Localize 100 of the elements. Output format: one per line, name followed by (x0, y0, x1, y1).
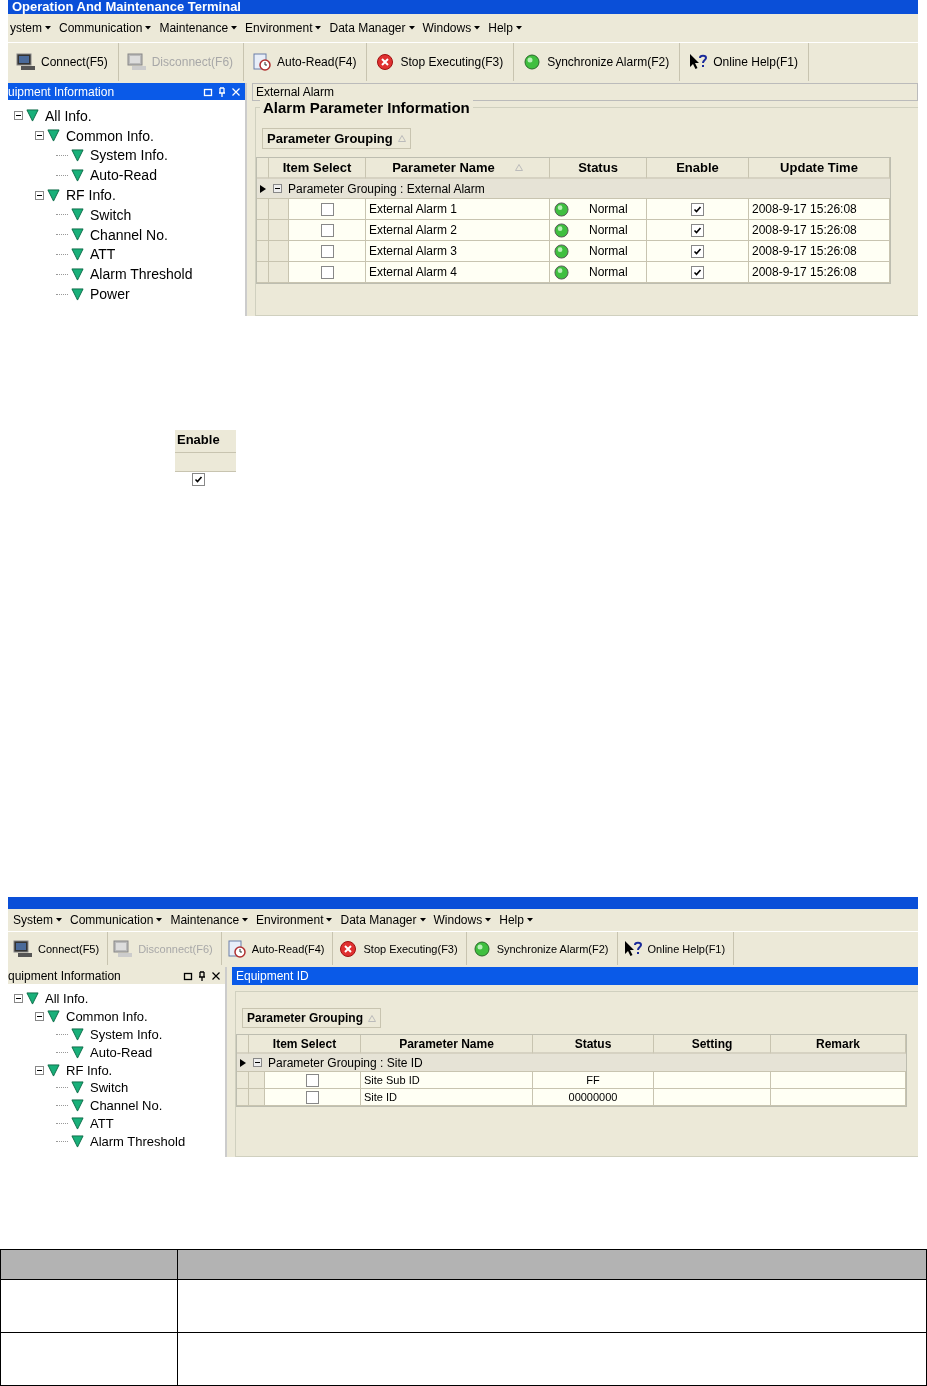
tree-item[interactable]: Alarm Threshold (87, 266, 193, 283)
collapse-toggle-icon[interactable] (35, 131, 44, 141)
tree-item[interactable]: System Info. (87, 1027, 163, 1042)
column-header[interactable]: Update Time (749, 158, 890, 179)
column-header[interactable]: Status (550, 158, 647, 179)
grouping-button[interactable]: Parameter Grouping (262, 128, 411, 149)
funnel-icon (26, 992, 39, 1006)
table-cell: 2008-9-17 15:26:08 (749, 199, 890, 220)
tree-item[interactable]: Channel No. (87, 226, 168, 243)
restore-icon[interactable] (183, 970, 193, 981)
funnel-icon (71, 1045, 84, 1059)
tree-item[interactable]: ATT (87, 246, 116, 263)
checkbox[interactable] (691, 244, 704, 258)
funnel-icon (47, 1010, 60, 1024)
pin-icon[interactable] (197, 970, 207, 981)
row-pointer-icon (240, 1058, 246, 1067)
funnel-icon (47, 188, 60, 202)
tree-item[interactable]: ATT (87, 1115, 114, 1131)
checkbox[interactable] (691, 265, 704, 279)
menu-item[interactable]: Maintenance (157, 21, 244, 35)
status-light-icon (554, 243, 569, 259)
computer-icon (113, 939, 134, 958)
tree-item[interactable]: All Info. (42, 991, 89, 1007)
sort-arrow-icon (514, 164, 523, 171)
tree-item[interactable]: Power (87, 286, 130, 303)
table-cell: 2008-9-17 15:26:08 (749, 262, 890, 283)
caret-icon (56, 918, 62, 922)
row-header-cell[interactable] (237, 1054, 249, 1072)
caret-icon (315, 26, 322, 30)
help-icon (688, 53, 709, 71)
tree-item[interactable]: Auto-Read (87, 167, 157, 184)
tree-item[interactable]: Alarm Threshold (87, 1133, 186, 1149)
row-header-cell[interactable] (257, 179, 269, 199)
tree-item[interactable]: RF Info. (63, 187, 116, 204)
funnel-icon (71, 1134, 84, 1148)
tree-item[interactable]: Common Info. (63, 127, 154, 144)
column-header[interactable]: Parameter Name (361, 1035, 533, 1054)
tree-item[interactable]: System Info. (87, 147, 168, 164)
checkbox[interactable] (691, 202, 704, 216)
tree-item[interactable]: Channel No. (87, 1098, 163, 1114)
checkbox[interactable] (320, 202, 334, 216)
row-header-cell[interactable] (257, 241, 269, 262)
close-icon[interactable] (211, 970, 221, 981)
checkmark-icon (693, 267, 702, 277)
menu-item[interactable]: Help (486, 21, 528, 35)
checkbox[interactable] (320, 265, 334, 279)
menu-item[interactable]: Windows (431, 913, 498, 927)
funnel-icon (71, 1028, 84, 1041)
checkbox[interactable] (320, 223, 334, 237)
computer-icon (126, 53, 147, 71)
collapse-toggle-icon[interactable] (14, 994, 23, 1004)
column-header[interactable]: Status (533, 1035, 654, 1054)
row-header-cell[interactable] (237, 1089, 249, 1106)
collapse-toggle-icon[interactable] (35, 1012, 44, 1022)
table-cell: External Alarm 1 (366, 199, 550, 220)
menu-item[interactable]: Communication (57, 21, 158, 35)
tree-item[interactable]: Switch (87, 1080, 129, 1096)
column-header[interactable]: Item Select (269, 158, 366, 179)
caret-icon (156, 918, 163, 922)
menu-item[interactable]: Communication (68, 913, 169, 927)
collapse-toggle-icon[interactable] (273, 184, 282, 193)
caret-icon (145, 26, 152, 30)
column-header[interactable]: Remark (771, 1035, 906, 1054)
menu-item[interactable]: Windows (420, 21, 487, 35)
row-header-cell[interactable] (257, 262, 269, 283)
collapse-toggle-icon[interactable] (35, 1065, 44, 1075)
menu-item[interactable]: Data Manager (327, 21, 421, 35)
collapse-toggle-icon[interactable] (253, 1058, 262, 1067)
caret-icon (231, 26, 238, 30)
menu-item[interactable]: Data Manager (338, 913, 432, 927)
tree-item[interactable]: Switch (87, 206, 132, 223)
stop-icon (375, 53, 396, 71)
checkbox[interactable] (691, 223, 704, 237)
menu-item[interactable]: System (11, 913, 68, 927)
column-header[interactable]: Setting (654, 1035, 771, 1054)
checkbox[interactable] (192, 473, 205, 486)
collapse-toggle-icon[interactable] (14, 111, 23, 121)
checkbox[interactable] (306, 1090, 319, 1104)
tree-item[interactable]: Common Info. (63, 1009, 148, 1025)
caret-icon (526, 918, 533, 922)
status-light-icon (554, 201, 569, 217)
tree-item[interactable]: All Info. (42, 107, 92, 124)
column-header: Enable (175, 430, 236, 453)
collapse-toggle-icon[interactable] (35, 190, 44, 200)
menu-item[interactable]: ystem (8, 21, 57, 35)
checkbox[interactable] (320, 244, 334, 258)
tree-item[interactable]: RF Info. (63, 1062, 113, 1078)
column-header[interactable]: Enable (647, 158, 749, 179)
column-header[interactable]: Item Select (249, 1035, 361, 1054)
row-header-cell[interactable] (257, 220, 269, 241)
menu-item[interactable]: Environment (243, 21, 328, 35)
row-header-cell[interactable] (237, 1072, 249, 1089)
menu-item[interactable]: Maintenance (168, 913, 255, 927)
menu-item[interactable]: Environment (254, 913, 339, 927)
grouping-button[interactable]: Parameter Grouping (242, 1008, 382, 1028)
tree-item[interactable]: Auto-Read (87, 1044, 153, 1060)
column-header[interactable]: Parameter Name (366, 158, 550, 179)
row-header-cell[interactable] (257, 199, 269, 220)
menu-item[interactable]: Help (497, 913, 539, 927)
checkbox[interactable] (306, 1073, 319, 1087)
